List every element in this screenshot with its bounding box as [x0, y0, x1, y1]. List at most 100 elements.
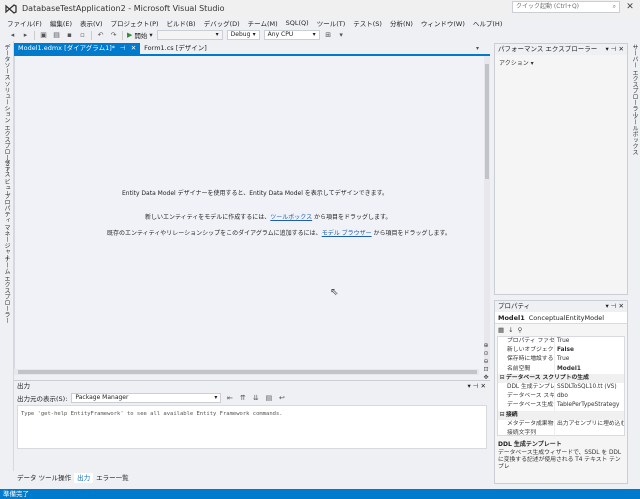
menu-project[interactable]: プロジェクト(P) [107, 18, 163, 28]
rail-tab-toolbox[interactable]: ツールボックス [630, 113, 639, 155]
start-label: 開始 [134, 32, 148, 40]
menu-build[interactable]: ビルド(B) [163, 18, 200, 28]
start-button[interactable]: ▶ 開始 ▾ [127, 30, 153, 40]
tab-form1-design[interactable]: Form1.cs [デザイン] [140, 43, 211, 54]
menu-sql[interactable]: SQL(Q) [282, 19, 313, 27]
close-icon[interactable]: ✕ [131, 43, 136, 54]
output-text-area[interactable]: Type 'get-help EntityFramework' to see a… [17, 405, 487, 449]
tab-model-edmx[interactable]: Model1.edmx [ダイアグラム1]* ⊣ ✕ [14, 43, 141, 54]
collapse-icon[interactable]: ⊟ [498, 411, 506, 420]
property-row[interactable]: プロパティ ファセットTrue [498, 337, 624, 347]
zoom-fit-icon[interactable]: ⊡ [483, 366, 488, 373]
model-browser-link[interactable]: モデル ブラウザー [322, 230, 372, 237]
find-message-icon[interactable]: ⇤ [225, 394, 234, 402]
right-tool-rail: サーバー エクスプローラー ツールボックス [628, 41, 640, 471]
word-wrap-icon[interactable]: ↩ [277, 394, 286, 402]
property-pages-icon[interactable]: ⚲ [518, 326, 523, 334]
bottom-tab-strip: データ ツール操作 出力 エラー一覧 [14, 473, 132, 483]
dropdown-icon[interactable]: ▾ [467, 382, 470, 390]
close-button[interactable]: ✕ [624, 2, 636, 12]
next-message-icon[interactable]: ⇊ [251, 394, 260, 402]
properties-panel: プロパティ ▾ ⊣ ✕ Model1 ConceptualEntityModel… [494, 300, 628, 484]
back-icon[interactable]: ◂ [8, 31, 17, 39]
rail-tab-server-explorer[interactable]: サーバー エクスプローラー [630, 44, 639, 118]
toolbox-link[interactable]: ツールボックス [270, 214, 312, 221]
tab-output[interactable]: 出力 [74, 473, 94, 483]
zoom-out-icon[interactable]: ⊖ [483, 358, 488, 365]
pin-icon[interactable]: ⊣ [611, 45, 617, 53]
edm-designer-surface[interactable]: Entity Data Model デザイナーを使用すると、Entity Dat… [14, 56, 484, 369]
quick-launch-input[interactable]: クイック起動 (Ctrl+Q) ⌕ [512, 1, 620, 13]
property-row[interactable]: 保存時に増設する True [498, 355, 624, 365]
empty-combo[interactable]: ▾ [156, 30, 223, 40]
pin-icon[interactable]: ⊣ [611, 302, 617, 310]
categorized-icon[interactable]: ▦ [498, 326, 504, 334]
output-source-select[interactable]: Package Manager ▾ [71, 392, 222, 403]
close-icon[interactable]: ✕ [619, 302, 624, 310]
menu-edit[interactable]: 編集(E) [46, 18, 76, 28]
menu-analyze[interactable]: 分析(N) [386, 18, 417, 28]
property-description-text: データベース生成ウィザードで、SSDL を DDL に変換する記述が使用される … [498, 450, 622, 470]
zoom-in-icon[interactable]: ⊕ [483, 342, 488, 349]
open-icon[interactable]: ▤ [52, 31, 61, 39]
dropdown-icon[interactable]: ▾ [605, 302, 608, 310]
property-row[interactable]: DDL 生成テンプレ SSDLToSQL10.tt (VS) [498, 382, 624, 393]
alphabetical-icon[interactable]: ↓ [508, 326, 513, 334]
tab-error-list[interactable]: エラー一覧 [93, 473, 132, 483]
menu-test[interactable]: テスト(S) [349, 18, 386, 28]
menu-file[interactable]: ファイル(F) [3, 18, 46, 28]
clear-all-icon[interactable]: ▤ [264, 394, 273, 402]
forward-icon[interactable]: ▸ [21, 31, 30, 39]
chevron-down-icon: ▾ [252, 31, 256, 38]
pin-icon[interactable]: ⊣ [473, 382, 479, 390]
prev-message-icon[interactable]: ⇈ [238, 394, 247, 402]
close-icon[interactable]: ✕ [481, 382, 486, 390]
property-category[interactable]: ⊟ 接続 [498, 410, 624, 420]
designer-vertical-scrollbar[interactable] [484, 56, 490, 369]
play-icon: ▶ [127, 31, 133, 39]
rail-tab-data-sources[interactable]: データソース [2, 44, 11, 80]
property-row[interactable]: 名前空間 Model1 [498, 364, 624, 374]
menu-help[interactable]: ヘルプ(H) [469, 18, 506, 28]
output-source-label: 出力元の表示(S): [17, 394, 68, 403]
designer-horizontal-scrollbar[interactable] [14, 369, 479, 375]
search-icon: ⌕ [612, 3, 616, 10]
property-grid: プロパティ ファセットTrue 新しいオブジェクトにFalse 保存時に増設する… [497, 336, 625, 439]
visual-studio-logo-icon [4, 2, 18, 16]
new-project-icon[interactable]: ▣ [39, 31, 48, 39]
undo-icon[interactable]: ↶ [96, 31, 105, 39]
property-row[interactable]: データベース生成ワ TablePerTypeStrategy [498, 401, 624, 411]
zoom-100-icon[interactable]: ⊙ [483, 350, 488, 357]
object-name: Model1 [498, 314, 525, 322]
platform-select[interactable]: Any CPU ▾ [263, 30, 320, 40]
properties-object-selector[interactable]: Model1 ConceptualEntityModel [495, 312, 627, 324]
standard-toolbar: ◂ ▸ ▣ ▤ ▪ ▫ ↶ ↷ ▶ 開始 ▾ ▾ Debug ▾ Any CPU ▾… [0, 29, 640, 41]
find-icon[interactable]: ⊞ [324, 31, 333, 39]
property-row[interactable]: 新しいオブジェクトにFalse [498, 346, 624, 356]
property-row[interactable]: 接続文字列 [498, 428, 624, 439]
collapse-icon[interactable]: ⊟ [498, 374, 506, 383]
rail-tab-team-explorer[interactable]: チーム エクスプローラー [2, 256, 11, 324]
property-row[interactable]: メタデータ成果物の 出力アセンブリに埋め込む [498, 419, 624, 429]
actions-menu[interactable]: アクション ▾ [495, 55, 627, 70]
save-icon[interactable]: ▪ [65, 31, 74, 39]
menu-team[interactable]: チーム(M) [244, 18, 282, 28]
menu-tools[interactable]: ツール(T) [313, 18, 350, 28]
menu-view[interactable]: 表示(V) [76, 18, 107, 28]
redo-icon[interactable]: ↷ [109, 31, 118, 39]
configuration-select[interactable]: Debug ▾ [226, 30, 260, 40]
rail-tab-property-manager[interactable]: プロパティ マネージャー [2, 193, 11, 261]
menu-window[interactable]: ウィンドウ(W) [417, 18, 469, 28]
output-title: 出力 [17, 382, 30, 390]
close-icon[interactable]: ✕ [619, 45, 624, 53]
save-all-icon[interactable]: ▫ [78, 31, 87, 39]
dropdown-icon[interactable]: ▾ [605, 45, 608, 53]
property-row[interactable]: データベース スキーdbo [498, 392, 624, 402]
tab-dropdown-icon[interactable]: ▾ [476, 45, 479, 52]
rail-tab-class-view[interactable]: クラス ビュー [2, 159, 11, 197]
menu-debug[interactable]: デバッグ(D) [200, 18, 244, 28]
tab-data-tools-operations[interactable]: データ ツール操作 [14, 473, 74, 483]
property-category[interactable]: ⊟ データベース スクリプトの生成 [498, 373, 624, 383]
pin-icon[interactable]: ⊣ [120, 43, 126, 54]
toolbar-overflow-icon[interactable]: ▾ [337, 31, 346, 39]
